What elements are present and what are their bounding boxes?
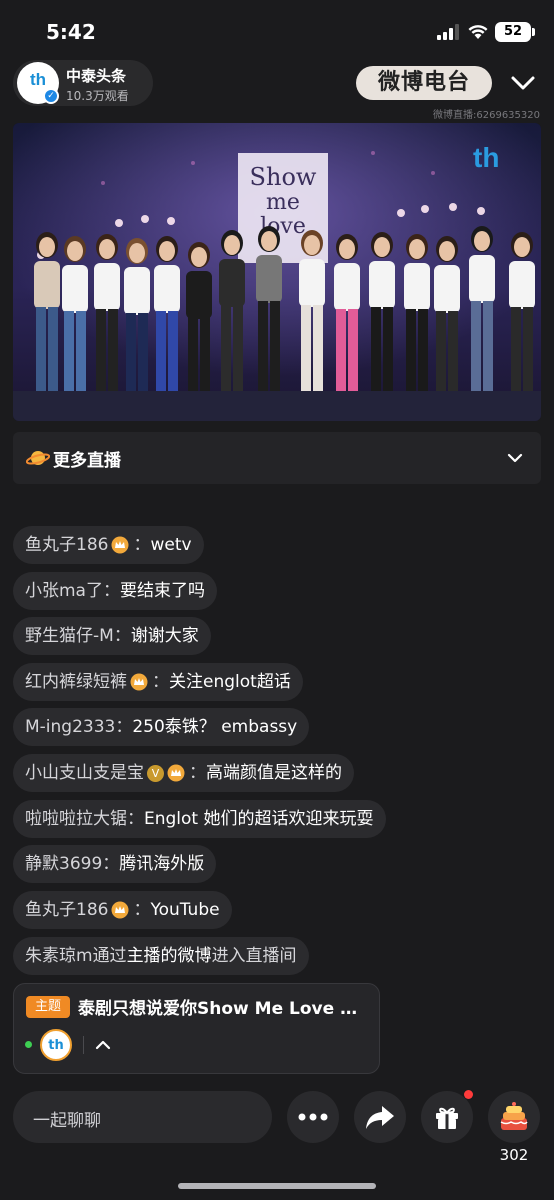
- comment-item[interactable]: 啦啦啦拉大锯： Englot 她们的超话欢迎来玩耍: [13, 800, 386, 838]
- divider: [83, 1036, 84, 1054]
- chevron-up-icon[interactable]: [93, 1035, 113, 1055]
- gift-icon: [436, 1107, 458, 1129]
- comment-item[interactable]: 鱼丸子186 ： wetv: [13, 526, 204, 564]
- comment-user[interactable]: 鱼丸子186: [25, 526, 108, 564]
- live-video-player[interactable]: Show me love th: [13, 123, 541, 421]
- video-scene: Show me love th: [13, 123, 541, 421]
- comment-text: 腾讯海外版: [119, 854, 205, 874]
- comment-text: YouTube: [150, 900, 220, 920]
- comment-text: 要结束了吗: [119, 581, 205, 601]
- gift-button[interactable]: [421, 1091, 473, 1143]
- verified-badge-icon: V: [147, 764, 164, 782]
- cake-gift-button[interactable]: [488, 1091, 540, 1143]
- chevron-down-icon[interactable]: [505, 448, 525, 468]
- comment-user[interactable]: 小张ma了: [25, 572, 103, 610]
- comment-separator: ：: [133, 535, 151, 555]
- crown-icon: [167, 764, 185, 782]
- comment-user[interactable]: M-ing2333: [25, 708, 115, 746]
- comment-text: 高端颜值是这样的: [206, 763, 342, 783]
- system-message-user[interactable]: 朱素琼m: [25, 937, 93, 975]
- stream-id: 微博直播:6269635320: [433, 110, 540, 121]
- system-message-suffix: 进入直播间: [211, 946, 297, 966]
- chat-input-placeholder: 一起聊聊: [33, 1111, 101, 1131]
- more-dots-icon: [298, 1113, 328, 1121]
- share-arrow-icon: [366, 1106, 394, 1129]
- comment-user[interactable]: 小山支山支是宝: [25, 754, 144, 792]
- chevron-down-icon[interactable]: [508, 70, 538, 96]
- comment-text: 250泰铢？ embassy: [132, 717, 298, 737]
- poster-text-line1: Show: [250, 163, 317, 191]
- more-options-button[interactable]: [287, 1091, 339, 1143]
- comment-item[interactable]: 红内裤绿短裤 ：关注englot超话: [13, 663, 303, 701]
- comment-item[interactable]: M-ing2333： 250泰铢？ embassy: [13, 708, 310, 746]
- host-avatar-logo: th: [29, 70, 47, 89]
- comment-separator: ：: [102, 854, 120, 874]
- topic-host-avatar[interactable]: th: [40, 1029, 72, 1061]
- comment-item[interactable]: 小山支山支是宝 V ：高端颜值是这样的: [13, 754, 354, 792]
- viewer-count: 10.3万观看: [66, 89, 129, 103]
- comment-item[interactable]: 鱼丸子186 ： YouTube: [13, 891, 232, 929]
- topic-card[interactable]: 主题 泰剧只想说爱你Show Me Love 新... th: [13, 983, 380, 1074]
- more-live-label: 更多直播: [53, 451, 121, 471]
- notification-dot: [464, 1090, 473, 1099]
- signal-icon: [437, 24, 459, 40]
- comment-separator: ：: [152, 672, 169, 692]
- system-message-prefix: 通过: [92, 946, 127, 966]
- comment-separator: ：: [115, 717, 133, 737]
- comment-user[interactable]: 啦啦啦拉大锯: [25, 800, 127, 838]
- comment-text: 关注englot超话: [169, 672, 291, 692]
- status-bar: 5:42 52: [0, 0, 554, 64]
- video-logo: th: [473, 142, 499, 173]
- comment-user[interactable]: 野生猫仔-M: [25, 617, 114, 655]
- comment-item[interactable]: 小张ma了：要结束了吗: [13, 572, 217, 610]
- crown-icon: [111, 536, 129, 554]
- comment-separator: ：: [133, 900, 151, 920]
- system-message-highlight: 主播的微博: [126, 946, 212, 966]
- crown-icon: [111, 901, 129, 919]
- system-message: 朱素琼m 通过 主播的微博 进入直播间: [13, 937, 309, 975]
- comment-user[interactable]: 鱼丸子186: [25, 891, 108, 929]
- home-indicator: [178, 1183, 376, 1189]
- chat-input[interactable]: 一起聊聊: [13, 1091, 272, 1143]
- battery-tip: [532, 28, 535, 36]
- host-name[interactable]: 中泰头条: [66, 65, 126, 86]
- online-indicator: [25, 1041, 32, 1048]
- poster-text-line2: me: [266, 190, 300, 215]
- crown-icon: [130, 673, 148, 691]
- comment-item[interactable]: 野生猫仔-M：谢谢大家: [13, 617, 211, 655]
- planet-icon: [26, 451, 50, 465]
- comment-separator: ：: [113, 626, 131, 646]
- gift-count: 302: [499, 1146, 529, 1164]
- comment-separator: ：: [102, 581, 120, 601]
- status-time: 5:42: [46, 20, 96, 44]
- weibo-radio-logo[interactable]: 微博电台: [356, 66, 492, 100]
- comment-text: 谢谢大家: [130, 626, 199, 646]
- comment-separator: ：: [127, 809, 144, 829]
- share-button[interactable]: [354, 1091, 406, 1143]
- comment-text: Englot 她们的超话欢迎来玩耍: [144, 809, 374, 829]
- topic-title[interactable]: 泰剧只想说爱你Show Me Love 新...: [78, 994, 374, 1019]
- verified-icon: ✓: [43, 88, 59, 104]
- wifi-icon: [468, 25, 488, 39]
- battery-icon: 52: [495, 22, 531, 42]
- comment-user[interactable]: 静默3699: [25, 845, 102, 883]
- cake-icon: [500, 1102, 528, 1130]
- topic-tag: 主题: [26, 996, 70, 1018]
- comment-user[interactable]: 红内裤绿短裤: [25, 663, 127, 701]
- more-live-bar[interactable]: 更多直播: [13, 432, 541, 484]
- comment-separator: ：: [189, 763, 206, 783]
- comment-text: wetv: [150, 535, 192, 555]
- comment-item[interactable]: 静默3699：腾讯海外版: [13, 845, 217, 883]
